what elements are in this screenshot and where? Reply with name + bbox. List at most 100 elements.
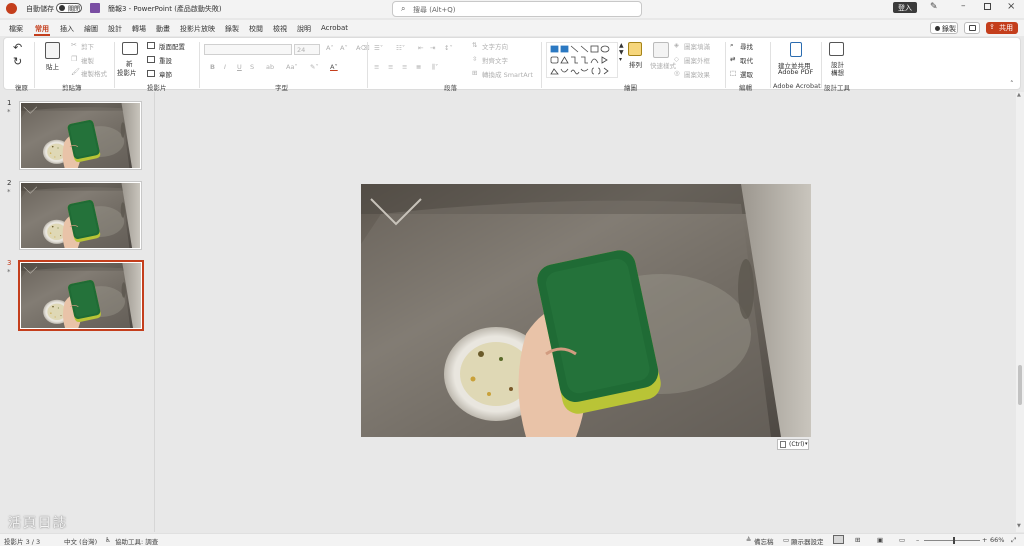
comments-button[interactable] xyxy=(964,22,980,34)
spacing-icon[interactable]: ab xyxy=(266,63,274,71)
scroll-up-icon[interactable]: ▲ xyxy=(1017,92,1021,98)
tab-design[interactable]: 設計 xyxy=(108,24,122,34)
format-painter-label[interactable]: 複製格式 xyxy=(81,68,107,78)
minimize-icon[interactable]: – xyxy=(961,1,966,11)
zoom-slider-track[interactable] xyxy=(924,540,980,541)
highlight-icon[interactable]: ✎˅ xyxy=(310,63,319,71)
tab-file[interactable]: 檔案 xyxy=(9,24,23,34)
align-right-icon[interactable]: ≡ xyxy=(402,63,407,71)
new-slide-icon[interactable] xyxy=(122,42,138,55)
decrease-indent-icon[interactable]: ⇤ xyxy=(418,44,423,52)
shrink-font-icon[interactable]: A˅ xyxy=(340,44,348,52)
pen-icon[interactable]: ✎ xyxy=(930,2,938,12)
font-color-icon[interactable]: A˅ xyxy=(330,63,338,71)
tab-insert[interactable]: 插入 xyxy=(60,24,74,34)
paste-label[interactable]: 貼上 xyxy=(46,61,59,71)
restore-icon[interactable] xyxy=(984,3,991,10)
smartart-label[interactable]: 轉換成 SmartArt xyxy=(482,69,533,79)
section-label[interactable]: 章節 xyxy=(159,69,172,79)
italic-icon[interactable]: I xyxy=(224,63,226,71)
align-left-icon[interactable]: ≡ xyxy=(374,63,379,71)
select-label[interactable]: 選取 xyxy=(740,69,753,79)
search-box[interactable]: ⌕ 搜尋 (Alt+Q) xyxy=(392,1,642,17)
tab-view[interactable]: 檢視 xyxy=(273,24,287,34)
align-center-icon[interactable]: ≡ xyxy=(388,63,393,71)
justify-icon[interactable]: ≣ xyxy=(416,63,421,71)
slide-thumbnail-3[interactable] xyxy=(18,260,144,331)
font-name-box[interactable] xyxy=(204,44,292,55)
fit-slide-icon[interactable]: ⤢ xyxy=(1011,536,1016,545)
slide-canvas[interactable] xyxy=(361,184,811,437)
zoom-level[interactable]: 66% xyxy=(990,536,1004,544)
create-pdf-icon[interactable] xyxy=(790,42,802,57)
designer-icon[interactable] xyxy=(829,42,844,56)
save-icon[interactable] xyxy=(90,3,100,13)
normal-view-icon[interactable] xyxy=(833,535,844,544)
autosave-toggle[interactable]: 關閉 xyxy=(56,3,82,13)
arrange-icon[interactable] xyxy=(628,42,642,56)
slide-image[interactable] xyxy=(361,184,811,437)
case-icon[interactable]: Aa˅ xyxy=(286,63,298,71)
tab-draw[interactable]: 繪圖 xyxy=(84,24,98,34)
font-size-box[interactable]: 24 xyxy=(294,44,320,55)
tab-acrobat[interactable]: Acrobat xyxy=(321,24,348,32)
underline-icon[interactable]: U xyxy=(237,63,242,71)
reset-label[interactable]: 重設 xyxy=(159,55,172,65)
strikethrough-icon[interactable]: S xyxy=(250,63,254,71)
slide-thumbnail-1[interactable] xyxy=(19,101,142,170)
shape-fill-label[interactable]: 圖案填滿 xyxy=(684,41,710,51)
tab-transitions[interactable]: 轉場 xyxy=(132,24,146,34)
zoom-in-icon[interactable]: + xyxy=(982,536,987,544)
share-button[interactable]: ⇪ 共用 xyxy=(986,22,1018,34)
designer-label-2[interactable]: 構想 xyxy=(831,67,844,77)
shape-effects-label[interactable]: 圖案效果 xyxy=(684,69,710,79)
create-pdf-label-2[interactable]: Adobe PDF xyxy=(778,68,813,76)
vertical-scrollbar[interactable] xyxy=(1016,92,1024,532)
reading-view-icon[interactable]: ▣ xyxy=(877,536,883,544)
scroll-down-icon[interactable]: ▼ xyxy=(1017,523,1021,529)
arrange-label[interactable]: 排列 xyxy=(629,59,642,69)
tab-animations[interactable]: 動畫 xyxy=(156,24,170,34)
shapes-gallery[interactable] xyxy=(546,42,618,78)
columns-icon[interactable]: ⫼˅ xyxy=(432,63,438,72)
bullets-icon[interactable]: ☰˅ xyxy=(374,44,383,52)
close-icon[interactable]: × xyxy=(1007,1,1015,12)
shape-outline-label[interactable]: 圖案外框 xyxy=(684,55,710,65)
bold-icon[interactable]: B xyxy=(210,63,215,71)
layout-label[interactable]: 版面配置 xyxy=(159,41,185,51)
find-label[interactable]: 尋找 xyxy=(740,41,753,51)
paste-icon[interactable] xyxy=(45,42,60,59)
tab-slideshow[interactable]: 投影片放映 xyxy=(180,24,215,34)
tab-review[interactable]: 校閱 xyxy=(249,24,263,34)
increase-indent-icon[interactable]: ⇥ xyxy=(430,44,435,52)
zoom-slider-thumb[interactable] xyxy=(953,537,955,544)
numbering-icon[interactable]: ☷˅ xyxy=(396,44,405,52)
display-settings-button[interactable]: 顯示器設定 xyxy=(791,536,824,546)
quick-styles-label[interactable]: 快速樣式 xyxy=(650,60,676,70)
zoom-out-icon[interactable]: – xyxy=(916,536,919,544)
slide-thumbnail-2[interactable] xyxy=(19,181,142,250)
accessibility-status[interactable]: 協助工具: 調查 xyxy=(115,536,158,546)
slideshow-icon[interactable]: ▭ xyxy=(899,536,905,544)
new-slide-label-2[interactable]: 投影片 xyxy=(117,67,137,77)
paste-options-button[interactable]: (Ctrl) ▾ xyxy=(777,439,809,450)
cut-label[interactable]: 剪下 xyxy=(81,41,94,51)
quick-styles-icon[interactable] xyxy=(653,42,669,58)
pane-divider[interactable] xyxy=(154,92,155,532)
text-direction-label[interactable]: 文字方向 xyxy=(482,41,508,51)
replace-label[interactable]: 取代 xyxy=(740,55,753,65)
tab-help[interactable]: 說明 xyxy=(297,24,311,34)
signin-button[interactable]: 登入 xyxy=(893,2,917,13)
slide-sorter-icon[interactable]: ⊞ xyxy=(855,536,860,544)
tab-record[interactable]: 錄製 xyxy=(225,24,239,34)
copy-label[interactable]: 複製 xyxy=(81,55,94,65)
language[interactable]: 中文 (台灣) xyxy=(64,536,97,546)
line-spacing-icon[interactable]: ↕˅ xyxy=(444,44,453,52)
shapes-gallery-more-icon[interactable]: ▲ ▼ ▾ xyxy=(619,42,624,63)
undo-icon[interactable]: ↶ xyxy=(13,41,22,54)
notes-button[interactable]: 備忘稿 xyxy=(754,536,774,546)
tab-home[interactable]: 常用 xyxy=(35,24,49,34)
record-button[interactable]: 錄製 xyxy=(930,22,958,34)
scrollbar-thumb[interactable] xyxy=(1018,365,1022,405)
align-text-label[interactable]: 對齊文字 xyxy=(482,55,508,65)
